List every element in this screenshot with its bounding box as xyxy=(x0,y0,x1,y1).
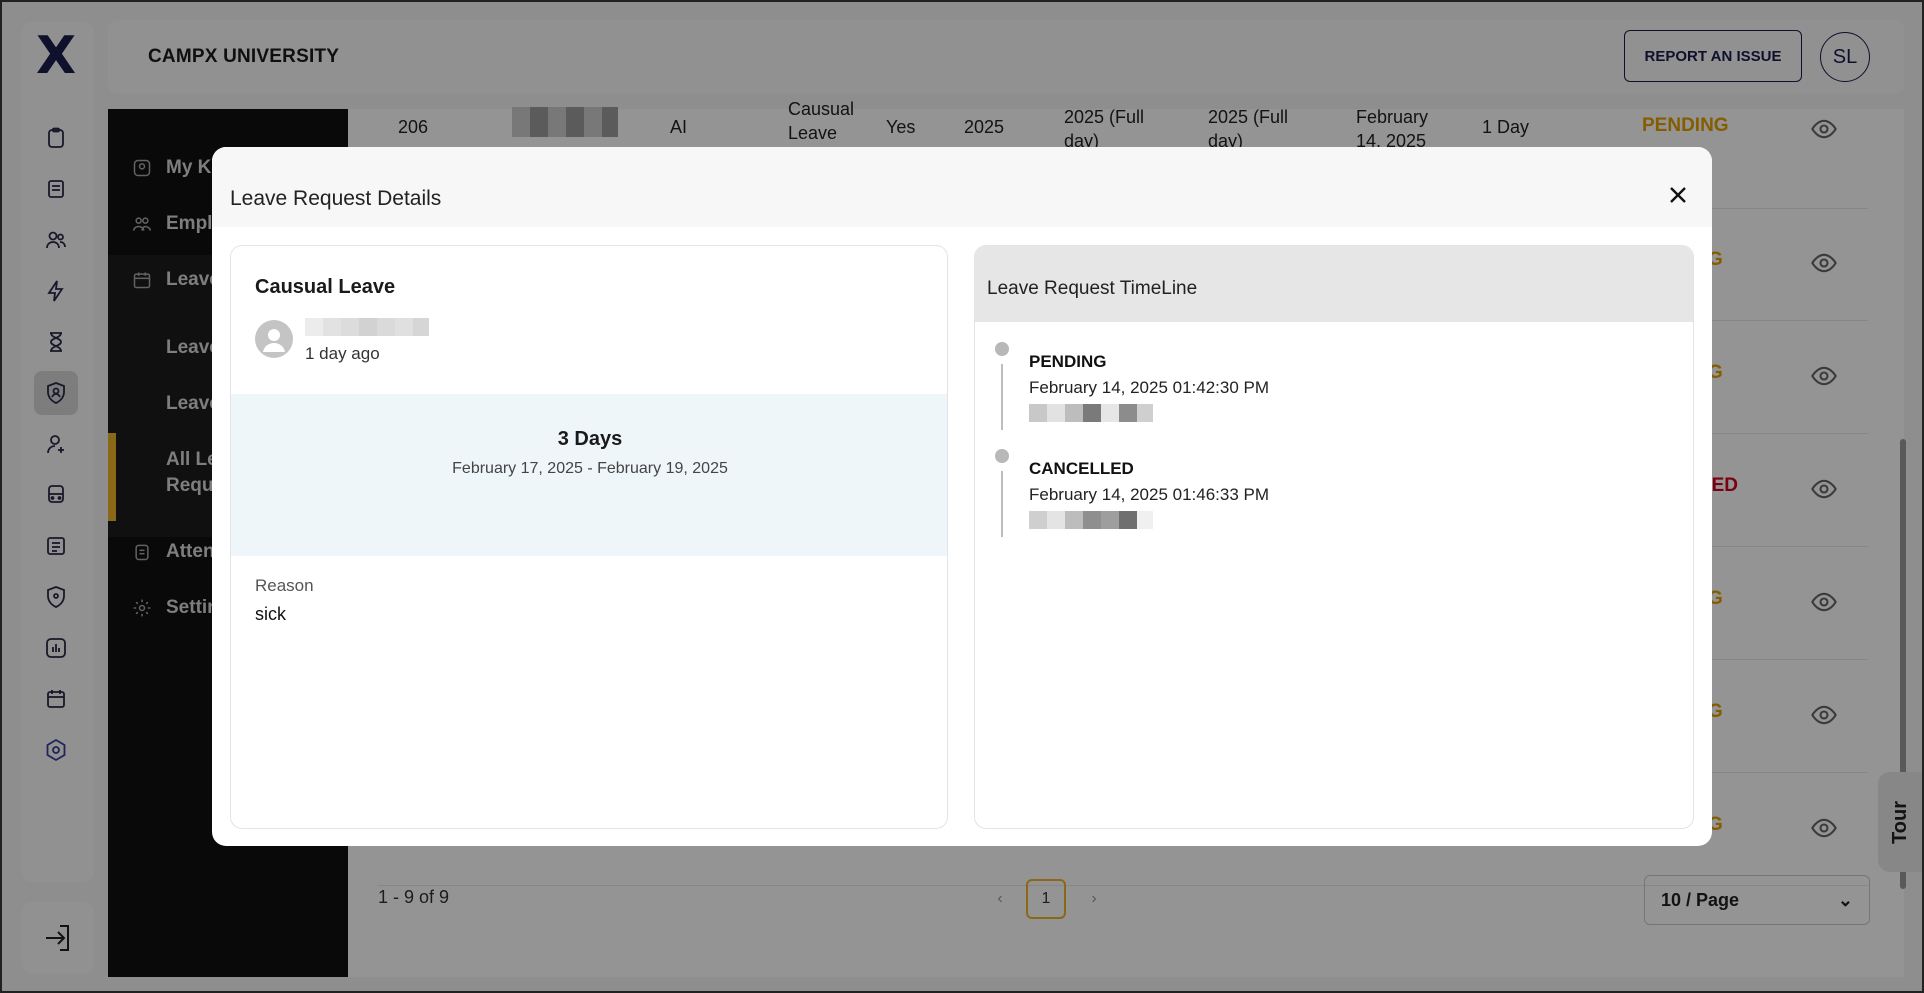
timeline-status: PENDING xyxy=(1029,352,1107,371)
blurred-name xyxy=(305,318,429,336)
timeline-dot xyxy=(995,449,1009,463)
timeline-header: Leave Request TimeLine xyxy=(975,246,1693,322)
timeline-dot xyxy=(995,342,1009,356)
leave-days: 3 Days xyxy=(557,428,623,450)
timeline-connector xyxy=(1001,471,1003,537)
timeline-connector xyxy=(1001,364,1003,430)
duration-panel: 3 Days February 17, 2025 - February 19, … xyxy=(231,394,947,556)
timeline-datetime: February 14, 2025 01:42:30 PM xyxy=(1029,378,1270,397)
reason-label: Reason xyxy=(255,576,314,595)
timeline-title: Leave Request TimeLine xyxy=(987,278,1198,299)
blurred-actor xyxy=(1029,404,1169,422)
modal-header: Leave Request Details xyxy=(212,147,1712,227)
timeline-status: CANCELLED xyxy=(1029,459,1134,478)
timeline-item: CANCELLED February 14, 2025 01:46:33 PM xyxy=(995,449,1675,549)
reason-value: sick xyxy=(255,604,286,624)
modal-title: Leave Request Details xyxy=(230,187,442,210)
avatar xyxy=(255,320,293,358)
close-icon xyxy=(1670,187,1686,203)
close-button[interactable] xyxy=(1664,181,1692,209)
blurred-actor xyxy=(1029,511,1169,529)
leave-details-modal: Leave Request Details Causual Leave 1 da… xyxy=(212,147,1712,846)
leave-date-range: February 17, 2025 - February 19, 2025 xyxy=(452,460,728,477)
time-ago: 1 day ago xyxy=(305,344,380,363)
timeline-item: PENDING February 14, 2025 01:42:30 PM xyxy=(995,342,1675,442)
user-icon xyxy=(263,329,285,352)
leave-type: Causual Leave xyxy=(255,276,396,298)
leave-summary-card: Causual Leave 1 day ago 3 Days February … xyxy=(230,245,948,829)
timeline-datetime: February 14, 2025 01:46:33 PM xyxy=(1029,485,1270,504)
timeline-card: Leave Request TimeLine PENDING February … xyxy=(974,245,1694,829)
